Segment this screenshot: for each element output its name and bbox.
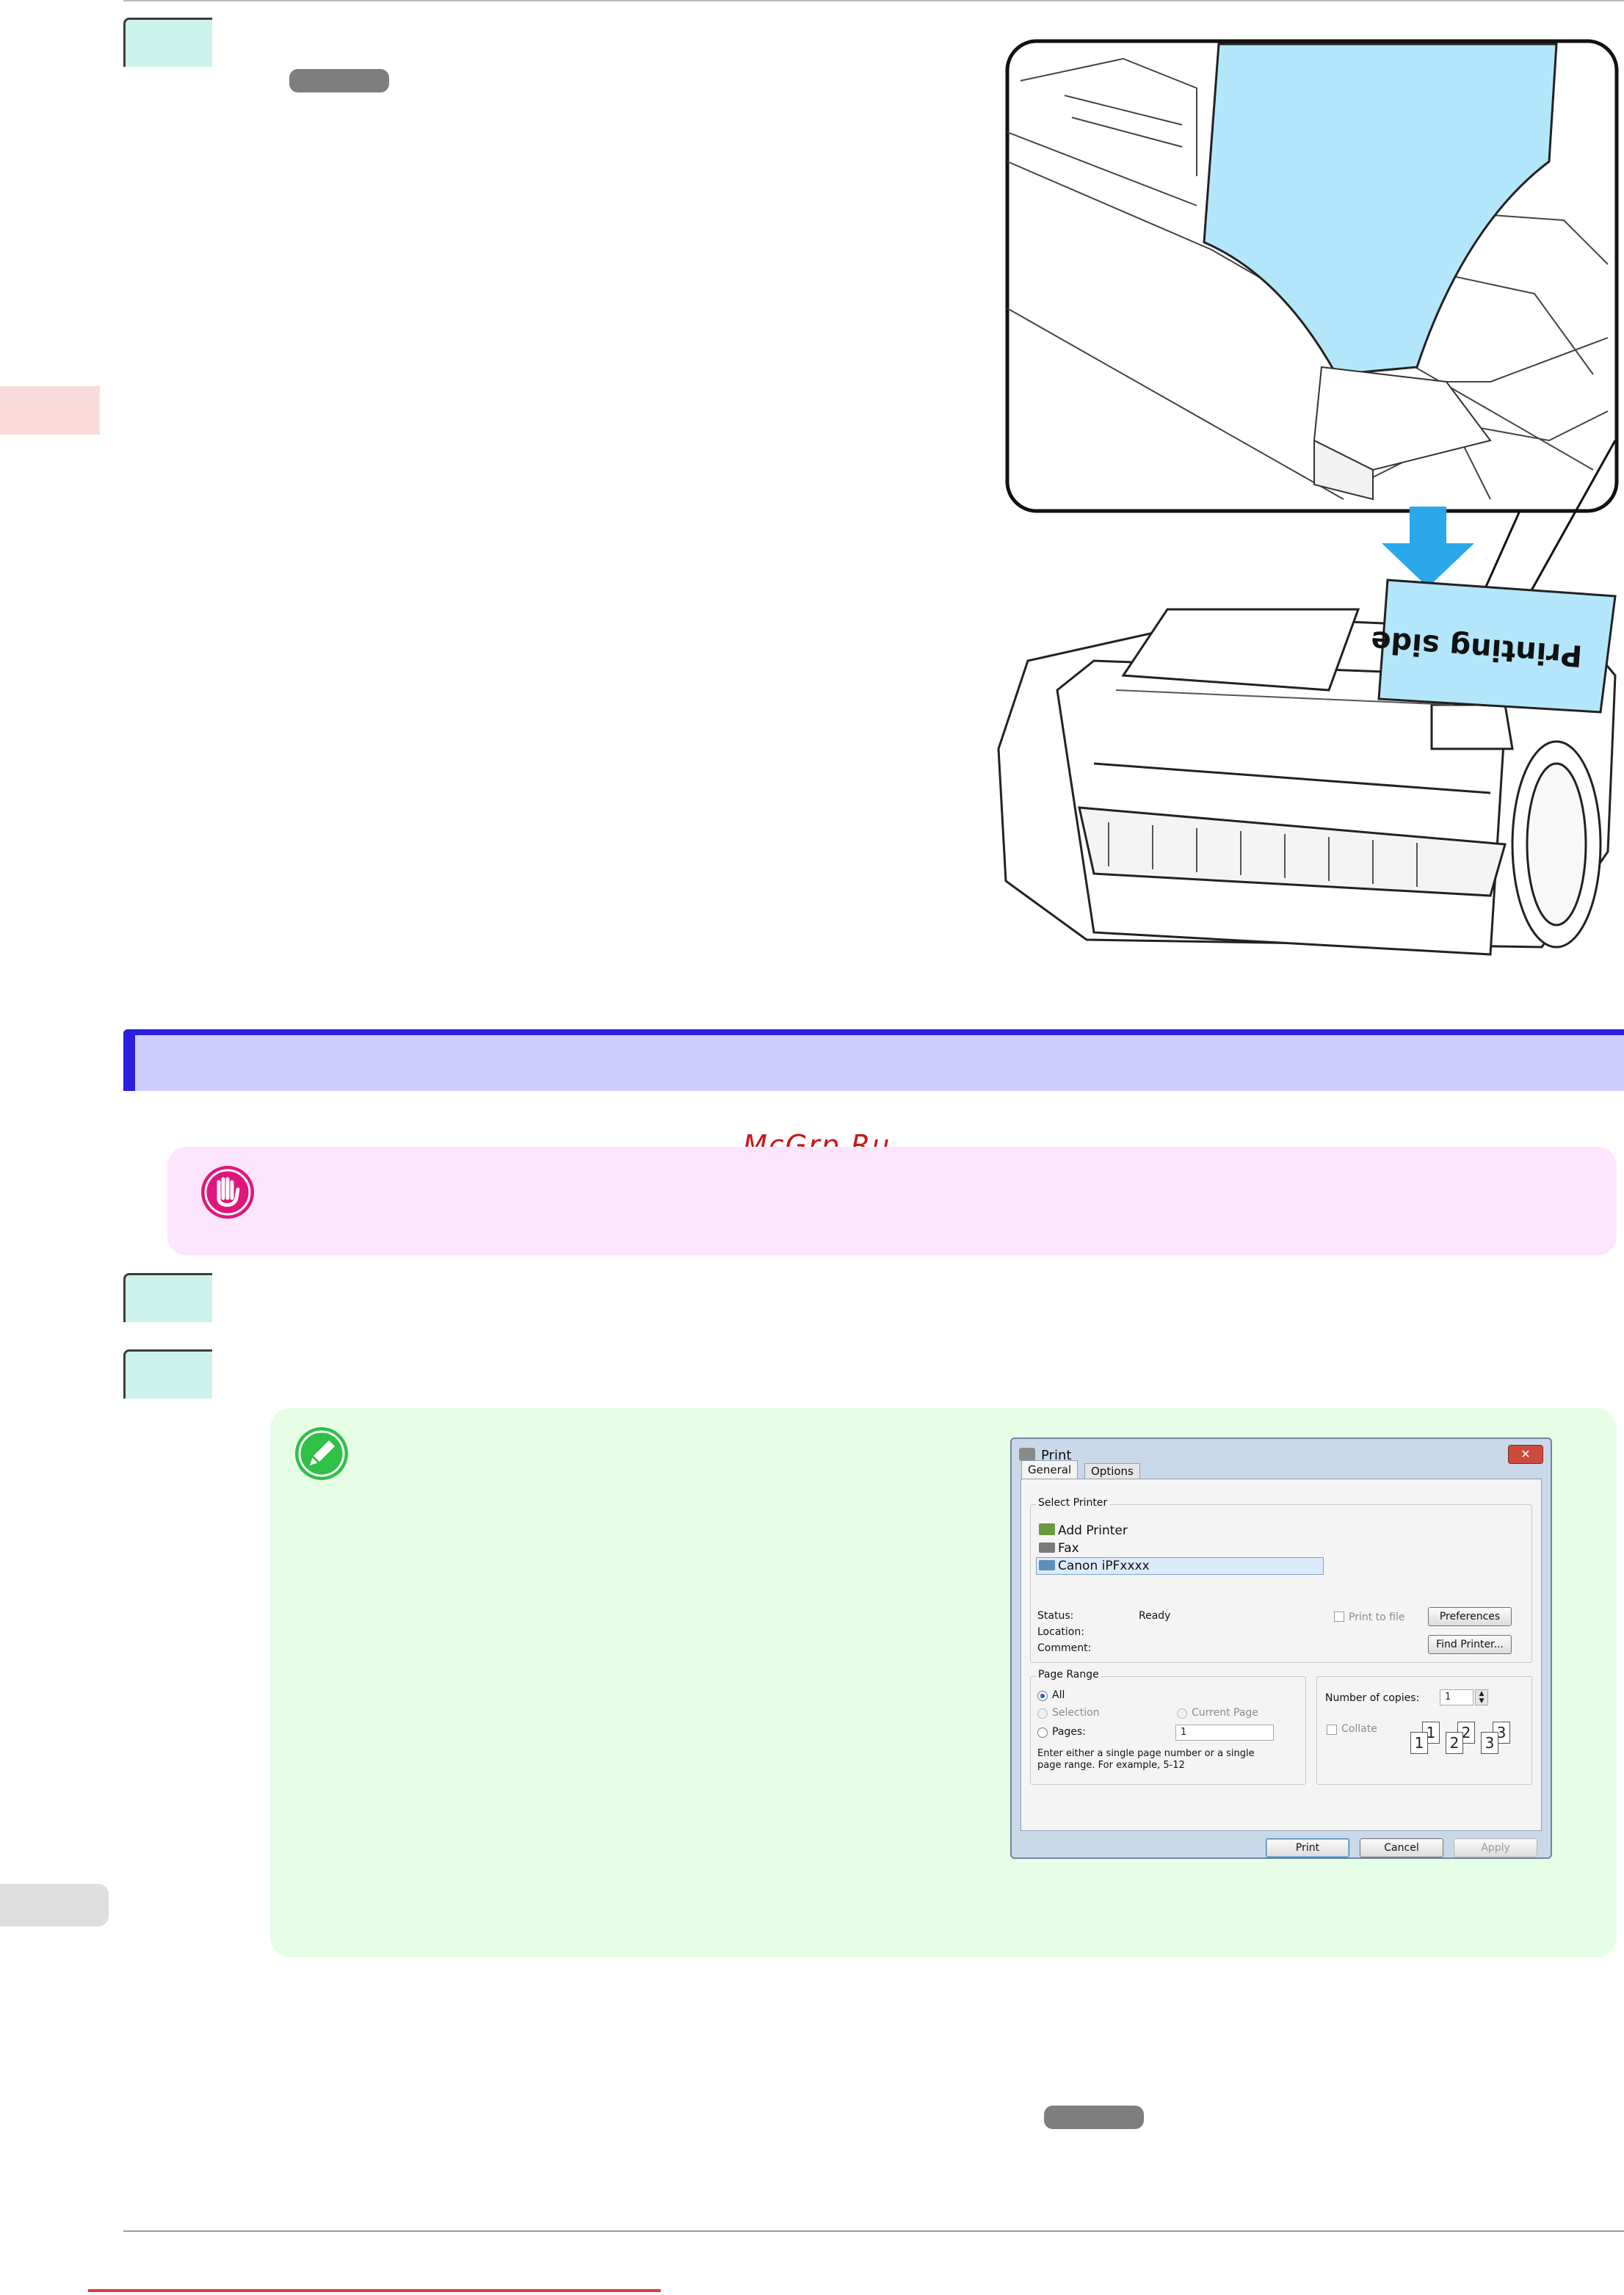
printer-item-fax[interactable]: Fax bbox=[1058, 1541, 1079, 1556]
range-hint-line2: page range. For example, 5-12 bbox=[1037, 1760, 1185, 1771]
all-label: All bbox=[1052, 1689, 1065, 1701]
bottom-rule bbox=[123, 2230, 1624, 2232]
step-marker-1 bbox=[123, 18, 212, 67]
canon-printer-icon bbox=[1039, 1560, 1055, 1570]
print-dialog: Print ✕ General Options Select Printer A… bbox=[1010, 1437, 1552, 1859]
select-printer-label: Select Printer bbox=[1036, 1497, 1110, 1509]
top-rule bbox=[123, 0, 1624, 1]
selection-label: Selection bbox=[1052, 1707, 1100, 1719]
insert-arrow bbox=[1382, 507, 1474, 587]
copies-input[interactable]: 1 bbox=[1440, 1689, 1473, 1705]
dialog-tab-panel: General Options Select Printer Add Print… bbox=[1021, 1460, 1542, 1831]
current-page-label: Current Page bbox=[1192, 1707, 1258, 1719]
copies-label: Number of copies: bbox=[1325, 1692, 1420, 1704]
status-value: Ready bbox=[1139, 1610, 1171, 1622]
step-marker-3 bbox=[123, 1349, 212, 1399]
status-label: Status: bbox=[1037, 1610, 1074, 1622]
collate-checkbox[interactable] bbox=[1327, 1725, 1337, 1735]
add-printer-icon bbox=[1039, 1523, 1055, 1535]
collate-page-1a: 1 bbox=[1410, 1732, 1428, 1754]
all-radio[interactable] bbox=[1037, 1691, 1048, 1701]
cancel-button[interactable]: Cancel bbox=[1360, 1838, 1443, 1857]
step-marker-2 bbox=[123, 1273, 212, 1322]
pages-label: Pages: bbox=[1052, 1726, 1086, 1738]
pencil-icon bbox=[295, 1427, 348, 1480]
important-box bbox=[167, 1147, 1617, 1255]
printer-item-add[interactable]: Add Printer bbox=[1058, 1523, 1128, 1538]
location-label: Location: bbox=[1037, 1626, 1084, 1638]
link-pill[interactable] bbox=[289, 69, 389, 93]
printer-item-canon[interactable]: Canon iPFxxxx bbox=[1058, 1559, 1150, 1573]
pages-radio[interactable] bbox=[1037, 1727, 1048, 1738]
hand-stop-icon bbox=[201, 1166, 254, 1219]
print-to-file-label: Print to file bbox=[1349, 1611, 1405, 1623]
collate-page-3a: 3 bbox=[1481, 1732, 1498, 1754]
preferences-button[interactable]: Preferences bbox=[1428, 1607, 1512, 1626]
apply-button[interactable]: Apply bbox=[1454, 1838, 1537, 1857]
collate-page-2a: 2 bbox=[1446, 1732, 1463, 1754]
print-to-file-checkbox[interactable] bbox=[1334, 1611, 1344, 1622]
side-tab-index[interactable] bbox=[0, 1884, 109, 1926]
selection-radio[interactable] bbox=[1037, 1708, 1048, 1719]
printer-icon bbox=[1019, 1448, 1035, 1461]
comment-label: Comment: bbox=[1037, 1642, 1092, 1654]
range-hint-line1: Enter either a single page number or a s… bbox=[1037, 1748, 1255, 1759]
close-icon[interactable]: ✕ bbox=[1508, 1445, 1543, 1464]
section-header-bar bbox=[123, 1029, 1624, 1091]
print-button[interactable]: Print bbox=[1266, 1838, 1349, 1857]
side-tab-chapter[interactable] bbox=[0, 386, 100, 435]
page-range-label: Page Range bbox=[1036, 1669, 1101, 1681]
fax-icon bbox=[1039, 1542, 1055, 1553]
collate-label: Collate bbox=[1341, 1723, 1377, 1735]
tab-options[interactable]: Options bbox=[1084, 1463, 1140, 1479]
pages-input[interactable]: 1 bbox=[1175, 1725, 1274, 1741]
footer-red-line bbox=[88, 2289, 661, 2292]
find-printer-button[interactable]: Find Printer... bbox=[1428, 1635, 1512, 1654]
tab-general[interactable]: General bbox=[1021, 1460, 1079, 1479]
printer-paper-illustration: Printing side bbox=[997, 39, 1619, 956]
copies-spinner-icon[interactable]: ▲ ▼ bbox=[1475, 1689, 1488, 1705]
link-pill-bottom[interactable] bbox=[1044, 2106, 1144, 2129]
current-page-radio[interactable] bbox=[1177, 1708, 1187, 1719]
